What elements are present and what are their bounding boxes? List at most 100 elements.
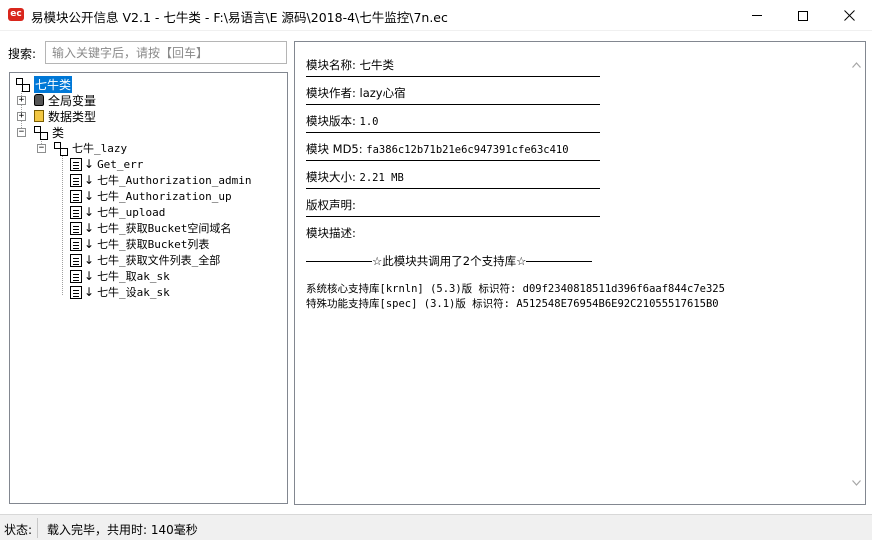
method-label: Get_err	[97, 157, 144, 171]
module-author-value: lazy心宿	[359, 86, 406, 100]
method-icon	[70, 173, 82, 187]
vertical-scrollbar[interactable]	[848, 42, 865, 504]
down-arrow-icon: ↓	[84, 237, 95, 251]
tree-item-global-vars[interactable]: 全局变量	[34, 92, 96, 108]
tree-item-method[interactable]: ↓ 七牛_Authorization_up	[70, 188, 232, 204]
tree-item-classes[interactable]: 类	[34, 124, 64, 140]
method-icon	[70, 253, 82, 267]
module-size-row: 模块大小: 2.21 MB	[306, 169, 404, 185]
module-name-row: 模块名称: 七牛类	[306, 57, 394, 73]
module-author-label: 模块作者:	[306, 86, 356, 100]
method-icon	[70, 221, 82, 235]
down-arrow-icon: ↓	[84, 189, 95, 203]
maximize-button[interactable]	[780, 0, 826, 31]
collapse-toggle[interactable]: −	[17, 128, 26, 137]
down-arrow-icon: ↓	[84, 221, 95, 235]
method-icon	[70, 157, 82, 171]
tree-item-data-types[interactable]: 数据类型	[34, 108, 96, 124]
tree-item-method[interactable]: ↓ 七牛_获取文件列表_全部	[70, 252, 220, 268]
module-md5-value: fa386c12b71b21e6c947391cfe63c410	[366, 144, 569, 156]
copyright-label: 版权声明:	[306, 198, 356, 212]
title-bar: ec 易模块公开信息 V2.1 - 七牛类 - F:\易语言\E 源码\2018…	[0, 0, 872, 31]
copyright-row: 版权声明:	[306, 197, 356, 213]
tree-item-method[interactable]: ↓ 七牛_设ak_sk	[70, 284, 170, 300]
status-bar: 状态: 载入完毕，共用时: 140毫秒	[0, 514, 872, 540]
method-label: 七牛_获取Bucket空间域名	[97, 222, 232, 235]
divider	[306, 188, 600, 189]
module-size-label: 模块大小:	[306, 170, 356, 184]
method-label: 七牛_Authorization_up	[97, 190, 232, 203]
module-name-label: 模块名称:	[306, 58, 356, 72]
module-version-label: 模块版本:	[306, 114, 356, 128]
tree-item-label: 类	[52, 125, 65, 140]
scroll-up-arrow-icon[interactable]	[848, 56, 865, 73]
data-type-icon	[34, 110, 44, 122]
module-tree[interactable]: 七牛类 + 全局变量 + 数据类型 − 类 − 七牛_lazy ↓ Get_er…	[9, 72, 288, 504]
divider	[306, 76, 600, 77]
down-arrow-icon: ↓	[84, 205, 95, 219]
module-size-value: 2.21 MB	[359, 172, 404, 184]
app-icon: ec	[8, 8, 24, 21]
module-md5-row: 模块 MD5: fa386c12b71b21e6c947391cfe63c410	[306, 141, 569, 157]
method-icon	[70, 189, 82, 203]
divider	[306, 216, 600, 217]
tree-item-label: 全局变量	[48, 93, 97, 108]
expand-toggle[interactable]: +	[17, 96, 26, 105]
status-label: 状态:	[4, 523, 33, 537]
method-label: 七牛_设ak_sk	[97, 286, 170, 299]
method-icon	[70, 205, 82, 219]
down-arrow-icon: ↓	[84, 285, 95, 299]
module-author-row: 模块作者: lazy心宿	[306, 85, 406, 101]
module-info-pane[interactable]: 模块名称: 七牛类 模块作者: lazy心宿 模块版本: 1.0 模块 MD5:…	[294, 41, 866, 505]
down-arrow-icon: ↓	[84, 253, 95, 267]
minimize-icon	[752, 15, 762, 16]
libs-summary-row: ☆此模块共调用了2个支持库☆	[306, 253, 593, 269]
class-icon	[54, 141, 68, 156]
collapse-toggle[interactable]: −	[37, 144, 46, 153]
close-icon	[843, 10, 855, 21]
tree-item-label: 数据类型	[48, 109, 97, 124]
method-icon	[70, 269, 82, 283]
method-label: 七牛_获取文件列表_全部	[97, 254, 221, 267]
class-module-icon	[16, 77, 30, 92]
module-md5-label: 模块 MD5:	[306, 142, 363, 156]
expand-toggle[interactable]: +	[17, 112, 26, 121]
method-icon	[70, 285, 82, 299]
tree-root-label: 七牛类	[34, 75, 73, 93]
status-divider	[37, 518, 38, 538]
database-icon	[34, 94, 44, 106]
module-version-row: 模块版本: 1.0	[306, 113, 379, 129]
description-label: 模块描述:	[306, 226, 356, 240]
status-text: 载入完毕，共用时: 140毫秒	[47, 523, 198, 537]
tree-item-method[interactable]: ↓ Get_err	[70, 156, 143, 172]
tree-item-method[interactable]: ↓ 七牛_upload	[70, 204, 165, 220]
tree-connector	[62, 155, 63, 295]
method-label: 七牛_Authorization_admin	[97, 174, 252, 187]
scroll-down-arrow-icon[interactable]	[848, 474, 865, 491]
divider	[306, 104, 600, 105]
down-arrow-icon: ↓	[84, 269, 95, 283]
divider	[306, 261, 372, 262]
method-label: 七牛_获取Bucket列表	[97, 238, 210, 251]
divider	[306, 132, 600, 133]
support-lib-row: 特殊功能支持库[spec] (3.1)版 标识符: A512548E76954B…	[306, 298, 719, 310]
tree-item-method[interactable]: ↓ 七牛_取ak_sk	[70, 268, 170, 284]
tree-item-label: 七牛_lazy	[72, 142, 128, 155]
search-input[interactable]	[45, 41, 287, 64]
module-name-value: 七牛类	[359, 58, 395, 72]
module-version-value: 1.0	[359, 116, 379, 128]
close-button[interactable]	[826, 0, 872, 31]
divider	[306, 160, 600, 161]
tree-item-method[interactable]: ↓ 七牛_获取Bucket列表	[70, 236, 209, 252]
tree-root[interactable]: 七牛类	[16, 75, 73, 93]
maximize-icon	[798, 10, 808, 21]
method-label: 七牛_upload	[97, 206, 166, 219]
tree-item-method[interactable]: ↓ 七牛_Authorization_admin	[70, 172, 252, 188]
minimize-button[interactable]	[734, 0, 780, 31]
tree-item-method[interactable]: ↓ 七牛_获取Bucket空间域名	[70, 220, 231, 236]
method-icon	[70, 237, 82, 251]
window-title: 易模块公开信息 V2.1 - 七牛类 - F:\易语言\E 源码\2018-4\…	[31, 10, 448, 25]
tree-item-class[interactable]: 七牛_lazy	[54, 140, 127, 156]
search-label: 搜索:	[8, 47, 37, 61]
down-arrow-icon: ↓	[84, 173, 95, 187]
